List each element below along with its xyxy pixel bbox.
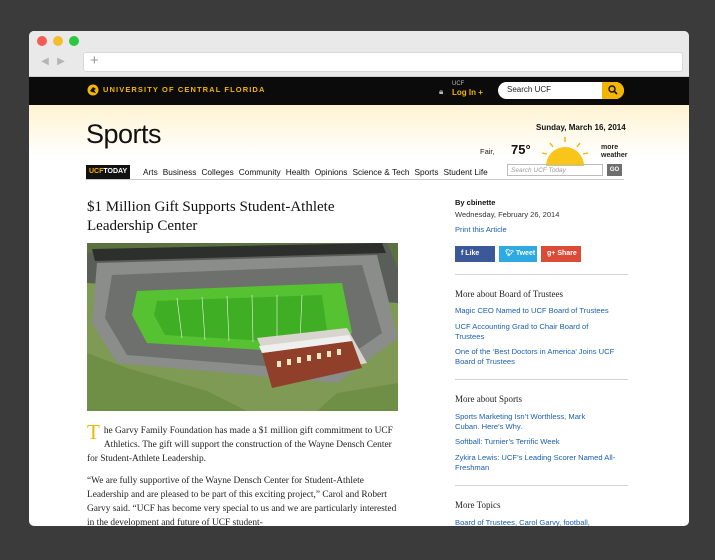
article-headline: $1 Million Gift Supports Student-Athlete… <box>87 199 335 234</box>
nav-item-student-life[interactable]: Student Life <box>443 167 487 177</box>
ucf-top-bar: UNIVERSITY OF CENTRAL FLORIDA 🔒︎ UCF Log… <box>29 77 689 105</box>
chevron-left-icon[interactable]: ◀ <box>37 54 53 70</box>
topic-links[interactable]: Board of Trustees, Carol Garvy, football… <box>455 518 633 526</box>
lock-icon: 🔒︎ <box>439 87 444 96</box>
divider <box>455 485 628 486</box>
divider <box>455 379 628 380</box>
section-title-topics: More Topics <box>455 500 501 510</box>
google-share-label: Share <box>557 250 577 257</box>
related-link[interactable]: UCF Accounting Grad to Chair Board of Tr… <box>455 322 605 341</box>
facebook-icon: f <box>461 250 464 257</box>
chevron-right-icon[interactable]: ▶ <box>53 54 69 70</box>
facebook-like-label: Like <box>465 250 480 257</box>
pegasus-logo-icon <box>87 84 99 96</box>
related-link[interactable]: One of the ‘Best Doctors in America’ Joi… <box>455 347 620 366</box>
browser-window: ◀ ▶ + UNIVERSITY OF CENTRAL FLORIDA 🔒︎ U… <box>29 31 689 526</box>
login-label: Log In + <box>452 88 483 97</box>
related-link[interactable]: Softball: Turnier’s Terrific Week <box>455 437 633 447</box>
nav-item-colleges[interactable]: Colleges <box>201 167 233 177</box>
weather-condition: Fair, <box>480 147 495 156</box>
maximize-window-button[interactable] <box>69 36 79 46</box>
tweet-label: Tweet <box>515 250 536 257</box>
section-title-board: More about Board of Trustees <box>455 289 563 299</box>
more-weather-line1: more <box>601 144 619 151</box>
ucf-today-logo[interactable]: UCFTODAY <box>86 165 131 179</box>
go-button[interactable]: GO <box>607 164 622 176</box>
plus-icon[interactable]: + <box>90 52 99 69</box>
divider <box>455 274 628 275</box>
university-logo-text[interactable]: UNIVERSITY OF CENTRAL FLORIDA <box>103 85 265 94</box>
temperature: 75° <box>511 142 531 157</box>
related-link[interactable]: Magic CEO Named to UCF Board of Trustees <box>455 306 633 316</box>
tweet-button[interactable]: 🐦︎ Tweet <box>499 246 537 262</box>
article-body: The Garvy Family Foundation has made a $… <box>87 420 397 527</box>
section-title-sports: More about Sports <box>455 394 522 404</box>
page-title: Sports <box>86 119 162 149</box>
nav-item-science-tech[interactable]: Science & Tech <box>352 167 409 177</box>
related-link[interactable]: Sports Marketing Isn’t Worthless, Mark C… <box>455 412 605 431</box>
twitter-icon: 🐦︎ <box>505 250 514 257</box>
ucf-search-input[interactable]: Search UCF <box>498 82 624 99</box>
google-plus-icon: g+ <box>547 250 556 257</box>
byline[interactable]: By cbinette <box>455 198 629 207</box>
more-weather-link[interactable]: more weather <box>601 144 627 160</box>
nav-item-opinions[interactable]: Opinions <box>315 167 348 177</box>
article-meta: By cbinette Wednesday, February 26, 2014… <box>455 198 629 234</box>
stadium-rendering-image <box>87 243 398 411</box>
article-paragraph-2: “We are fully supportive of the Wayne De… <box>87 476 397 526</box>
article-paragraph-1: The Garvy Family Foundation has made a $… <box>87 420 397 466</box>
ucf-today-search-input[interactable]: Search UCF Today <box>507 164 603 176</box>
ucf-today-logo-left: UCF <box>89 168 104 175</box>
close-window-button[interactable] <box>37 36 47 46</box>
search-icon <box>608 85 618 95</box>
related-link[interactable]: Zykira Lewis: UCF’s Leading Scorer Named… <box>455 453 623 472</box>
address-bar[interactable]: + <box>83 52 683 72</box>
nav-item-community[interactable]: Community <box>239 167 281 177</box>
more-weather-line2: weather <box>601 152 628 159</box>
nav-links: Arts Business Colleges Community Health Opini… <box>143 167 493 177</box>
ucf-search-placeholder: Search UCF <box>507 85 552 94</box>
ucf-today-nav: UCFTODAY Arts Business Colleges Community He… <box>86 164 624 180</box>
facebook-like-button[interactable]: f Like <box>455 246 495 262</box>
sun-icon <box>541 137 589 166</box>
google-share-button[interactable]: g+ Share <box>541 246 581 262</box>
nav-item-business[interactable]: Business <box>163 167 197 177</box>
login-small-label: UCF <box>452 81 465 87</box>
publish-date: Wednesday, February 26, 2014 <box>455 210 560 219</box>
search-button[interactable] <box>602 82 624 99</box>
nav-item-health[interactable]: Health <box>286 167 310 177</box>
browser-chrome: ◀ ▶ + <box>29 31 689 77</box>
ucf-today-logo-right: TODAY <box>103 168 128 175</box>
nav-item-arts[interactable]: Arts <box>143 167 158 177</box>
nav-item-sports[interactable]: Sports <box>414 167 438 177</box>
current-date: Sunday, March 16, 2014 <box>536 123 626 132</box>
drop-cap: T <box>87 420 100 444</box>
minimize-window-button[interactable] <box>53 36 63 46</box>
print-article-link[interactable]: Print this Article <box>455 225 629 234</box>
article-paragraph-1-text: he Garvy Family Foundation has made a $1… <box>87 426 393 464</box>
